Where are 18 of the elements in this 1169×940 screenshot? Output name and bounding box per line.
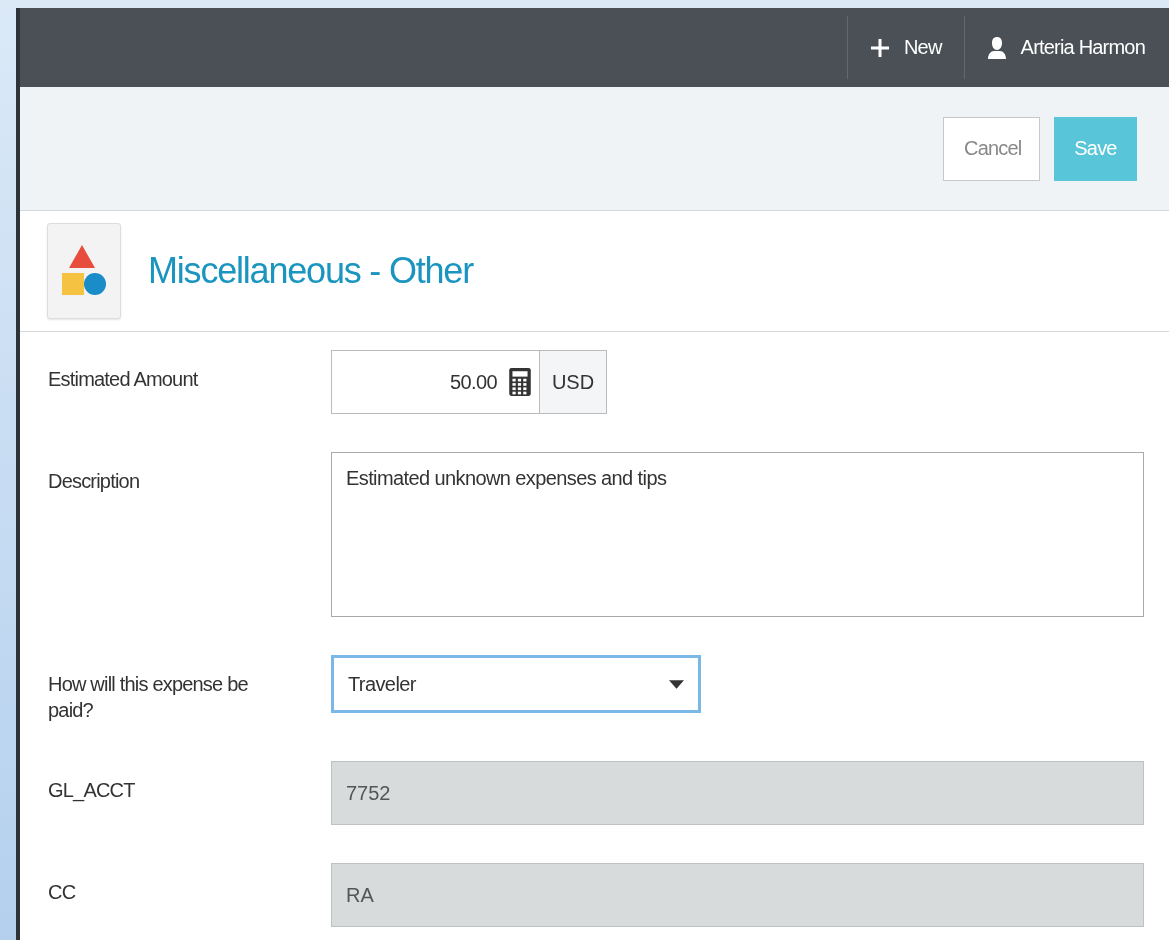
field-label: GL_ACCT	[48, 778, 136, 803]
caret-icon	[669, 679, 684, 689]
cancel-button[interactable]: Cancel	[943, 116, 1040, 181]
field-label: How will this expense be paid?	[48, 672, 249, 723]
currency-label: USD	[540, 350, 607, 414]
user-icon	[986, 35, 1007, 60]
field-label: CC	[48, 880, 77, 905]
field-label: Estimated Amount	[48, 367, 199, 392]
category-icon	[47, 223, 121, 319]
calculator-icon	[509, 368, 531, 396]
plus-icon	[869, 37, 890, 58]
user-menu-button[interactable]: Arteria Harmon	[963, 16, 1169, 79]
description-field[interactable]: Estimated unknown expenses and tips	[331, 452, 1144, 617]
field-label: Description	[48, 469, 141, 494]
page-title: Miscellaneous - Other	[148, 250, 473, 292]
payment-dropdown[interactable]: Traveler	[331, 655, 701, 713]
new-button[interactable]: New	[846, 16, 964, 79]
amount-field[interactable]: 50.00	[331, 350, 540, 414]
